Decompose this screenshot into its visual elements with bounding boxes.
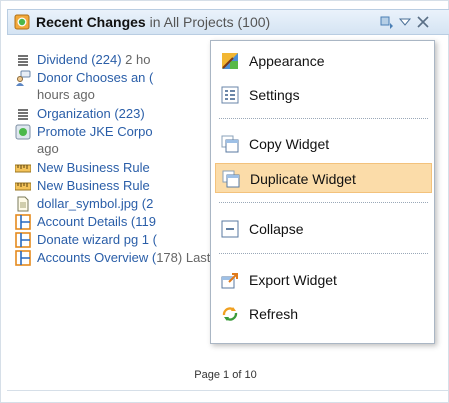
menu-item-label: Export Widget (249, 272, 337, 288)
item-link[interactable]: New Business Rule (37, 178, 150, 193)
settings-icon (221, 86, 239, 104)
copy-icon (221, 135, 239, 153)
speech-person-icon (16, 70, 31, 86)
menu-separator (219, 118, 428, 119)
project-icon (14, 14, 30, 30)
menu-item-label: Collapse (249, 221, 304, 237)
menu-item-label: Appearance (249, 53, 325, 69)
collapse-icon (221, 220, 239, 238)
menu-item-refresh[interactable]: Refresh (215, 299, 432, 329)
menu-item-label: Refresh (249, 306, 299, 322)
menu-separator (219, 202, 428, 203)
menu-item-collapse[interactable]: Collapse (215, 214, 432, 244)
refresh-icon (222, 307, 238, 321)
recent-changes-widget: Recent Changes in All Projects (100) Div… (0, 0, 449, 403)
list-icon (18, 55, 28, 66)
maximize-icon[interactable] (379, 14, 395, 30)
menu-item-copy-widget[interactable]: Copy Widget (215, 129, 432, 159)
close-icon[interactable] (415, 14, 431, 30)
wireframe-icon (15, 232, 31, 248)
ruler-icon (15, 182, 31, 191)
item-link[interactable]: New Business Rule (37, 160, 150, 175)
footer-divider (7, 390, 449, 391)
duplicate-icon (222, 170, 240, 188)
item-link[interactable]: Donate wizard pg 1 ( (37, 232, 157, 247)
document-icon (17, 196, 29, 212)
list-icon (18, 109, 28, 120)
menu-item-duplicate-widget[interactable]: Duplicate Widget (215, 163, 432, 193)
item-link[interactable]: Account Details (119 (37, 214, 156, 229)
ruler-icon (15, 164, 31, 173)
menu-item-label: Copy Widget (249, 136, 330, 152)
menu-item-settings[interactable]: Settings (215, 80, 432, 110)
item-link[interactable]: Donor Chooses an ( (37, 70, 153, 85)
item-link[interactable]: Promote JKE Corpo (37, 124, 153, 139)
palette-icon (222, 53, 238, 69)
widget-title: Recent Changes in All Projects (100) (36, 14, 270, 30)
wireframe-icon (15, 214, 31, 230)
pager-text: Page 1 of 10 (194, 369, 257, 381)
widget-menu: Appearance Settings Copy Widget Duplicat… (210, 40, 435, 344)
item-link[interactable]: Dividend (224) (37, 52, 122, 67)
widget-title-text: Recent Changes (36, 14, 146, 30)
menu-item-appearance[interactable]: Appearance (215, 46, 432, 76)
project-icon (15, 124, 31, 140)
item-link[interactable]: Accounts Overview ( (37, 250, 156, 265)
wireframe-icon (15, 250, 31, 266)
item-link[interactable]: Organization (223) (37, 106, 145, 121)
item-link[interactable]: dollar_symbol.jpg (2 (37, 196, 153, 211)
menu-item-label: Settings (249, 87, 300, 103)
widget-header: Recent Changes in All Projects (100) (7, 9, 449, 35)
menu-item-export-widget[interactable]: Export Widget (215, 265, 432, 295)
menu-item-label: Duplicate Widget (250, 171, 356, 187)
menu-separator (219, 253, 428, 254)
item-meta: 2 ho (121, 52, 151, 67)
chevron-down-icon[interactable] (397, 14, 413, 30)
widget-scope: in All Projects (100) (145, 14, 271, 30)
export-icon (221, 273, 238, 289)
